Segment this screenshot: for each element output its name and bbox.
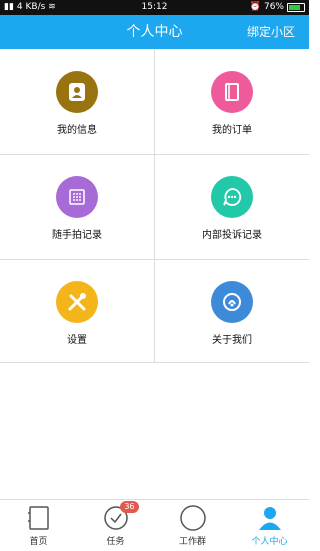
grid-divider-row-2 xyxy=(0,259,309,260)
tools-icon xyxy=(56,281,98,323)
bottom-tab-bar: 首页 36 任务 工作群 个人中心 xyxy=(0,499,309,551)
tab-label: 个人中心 xyxy=(251,537,288,547)
tab-label: 工作群 xyxy=(178,537,206,547)
tab-label: 首页 xyxy=(29,537,48,547)
tab-label: 任务 xyxy=(106,537,125,547)
menu-item-label: 内部投诉记录 xyxy=(202,230,262,241)
alarm-icon: ⏰ xyxy=(249,2,261,12)
task-check-icon: 36 xyxy=(103,501,139,531)
info-shield-icon xyxy=(211,281,253,323)
home-icon xyxy=(26,505,52,531)
camera-grid-icon xyxy=(56,176,98,218)
menu-item-my-info[interactable]: 我的信息 xyxy=(0,49,154,153)
menu-item-label: 随手拍记录 xyxy=(52,230,102,241)
chat-bubble-icon xyxy=(211,176,253,218)
person-icon xyxy=(56,71,98,113)
battery-icon xyxy=(287,3,305,12)
bind-community-button[interactable]: 绑定小区 xyxy=(247,15,295,49)
menu-item-label: 设置 xyxy=(67,335,87,346)
menu-item-settings[interactable]: 设置 xyxy=(0,259,154,363)
grid-divider-row-1 xyxy=(0,154,309,155)
tab-home[interactable]: 首页 xyxy=(0,500,77,551)
grid-divider-vertical xyxy=(154,49,155,362)
menu-item-complaint-records[interactable]: 内部投诉记录 xyxy=(155,154,309,258)
tab-work-group[interactable]: 工作群 xyxy=(154,500,231,551)
menu-item-label: 关于我们 xyxy=(212,335,252,346)
menu-item-label: 我的订单 xyxy=(212,125,252,136)
group-icon xyxy=(179,505,206,531)
task-count-badge: 36 xyxy=(120,501,139,513)
status-bar: ▮▮ 4 KB/s ≋ 15:12 ⏰ 76% xyxy=(0,0,309,15)
document-icon xyxy=(211,71,253,113)
status-right: ⏰ 76% xyxy=(250,0,305,15)
app-header: 个人中心 绑定小区 xyxy=(0,15,309,49)
menu-item-about-us[interactable]: 关于我们 xyxy=(155,259,309,363)
menu-item-snapshot-records[interactable]: 随手拍记录 xyxy=(0,154,154,258)
profile-icon xyxy=(257,505,283,531)
menu-item-my-orders[interactable]: 我的订单 xyxy=(155,49,309,153)
tab-tasks[interactable]: 36 任务 xyxy=(77,500,154,551)
menu-item-label: 我的信息 xyxy=(57,125,97,136)
tab-profile[interactable]: 个人中心 xyxy=(231,500,308,551)
battery-percent: 76% xyxy=(263,2,284,12)
